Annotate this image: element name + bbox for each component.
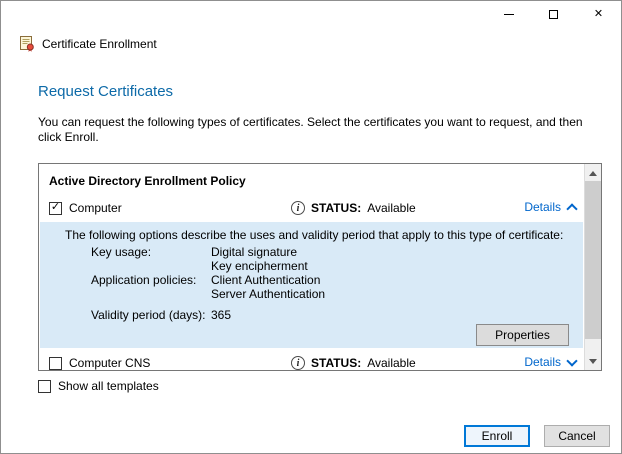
status-label: STATUS: (311, 356, 361, 370)
triangle-down-icon (589, 359, 597, 364)
maximize-icon (549, 10, 558, 19)
key-usage-value: Key encipherment (211, 259, 575, 273)
enroll-button[interactable]: Enroll (464, 425, 530, 447)
status-group: i STATUS: Available (291, 356, 416, 370)
close-button[interactable]: ✕ (576, 1, 621, 28)
panel-scrollbar[interactable] (584, 164, 601, 370)
info-icon: i (291, 356, 305, 370)
policy-header: Active Directory Enrollment Policy (39, 164, 584, 189)
footer-buttons: Enroll Cancel (464, 425, 610, 447)
status-label: STATUS: (311, 201, 361, 215)
validity-row: Validity period (days): 365 (91, 308, 575, 322)
application-policies-value: Server Authentication (211, 287, 575, 301)
maximize-button[interactable] (531, 1, 576, 28)
template-row-computer: ✓ Computer i STATUS: Available Details (39, 197, 584, 219)
validity-period-value: 365 (211, 308, 575, 322)
page-description: You can request the following types of c… (38, 115, 583, 145)
scrollbar-thumb[interactable] (585, 181, 601, 339)
computer-cns-checkbox[interactable] (49, 357, 62, 370)
computer-checkbox[interactable]: ✓ (49, 202, 62, 215)
scroll-down-button[interactable] (585, 353, 601, 369)
details-label: Details (524, 355, 561, 369)
details-toggle-computer[interactable]: Details (524, 200, 576, 214)
template-name-computer-cns: Computer CNS (69, 356, 150, 370)
properties-button[interactable]: Properties (476, 324, 569, 346)
checkmark-icon: ✓ (51, 202, 60, 213)
status-value: Available (367, 201, 415, 215)
certificate-icon (19, 36, 35, 52)
minimize-button[interactable] (486, 1, 531, 28)
empty-cell (91, 287, 211, 301)
show-all-templates[interactable]: Show all templates (38, 379, 159, 393)
details-grid: Key usage: Digital signature Key enciphe… (91, 245, 575, 301)
window-controls: ✕ (486, 1, 621, 28)
status-value: Available (367, 356, 415, 370)
minimize-icon (504, 14, 514, 15)
app-title-row: Certificate Enrollment (19, 36, 157, 52)
page-title: Request Certificates (38, 83, 173, 100)
show-all-templates-label: Show all templates (58, 379, 159, 393)
empty-cell (91, 259, 211, 273)
close-icon: ✕ (594, 9, 603, 20)
scroll-up-button[interactable] (585, 165, 601, 181)
details-toggle-computer-cns[interactable]: Details (524, 355, 576, 369)
validity-period-label: Validity period (days): (91, 308, 211, 322)
template-name-computer: Computer (69, 201, 122, 215)
panel-content: Active Directory Enrollment Policy ✓ Com… (39, 164, 584, 370)
properties-row: Properties (48, 324, 575, 346)
triangle-up-icon (589, 171, 597, 176)
certificate-enrollment-window: ✕ Certificate Enrollment Request Certifi… (0, 0, 622, 454)
window-title: Certificate Enrollment (42, 37, 157, 51)
application-policies-label: Application policies: (91, 273, 211, 287)
template-row-computer-cns: Computer CNS i STATUS: Available Details (39, 352, 584, 370)
key-usage-label: Key usage: (91, 245, 211, 259)
cancel-button[interactable]: Cancel (544, 425, 610, 447)
info-icon: i (291, 201, 305, 215)
chevron-down-icon (566, 355, 577, 366)
enrollment-policy-panel: Active Directory Enrollment Policy ✓ Com… (38, 163, 602, 371)
details-intro: The following options describe the uses … (48, 228, 575, 243)
show-all-templates-checkbox[interactable] (38, 380, 51, 393)
application-policies-value: Client Authentication (211, 273, 575, 287)
template-details-panel: The following options describe the uses … (40, 222, 583, 348)
details-label: Details (524, 200, 561, 214)
key-usage-value: Digital signature (211, 245, 575, 259)
chevron-up-icon (566, 203, 577, 214)
status-group: i STATUS: Available (291, 201, 416, 215)
